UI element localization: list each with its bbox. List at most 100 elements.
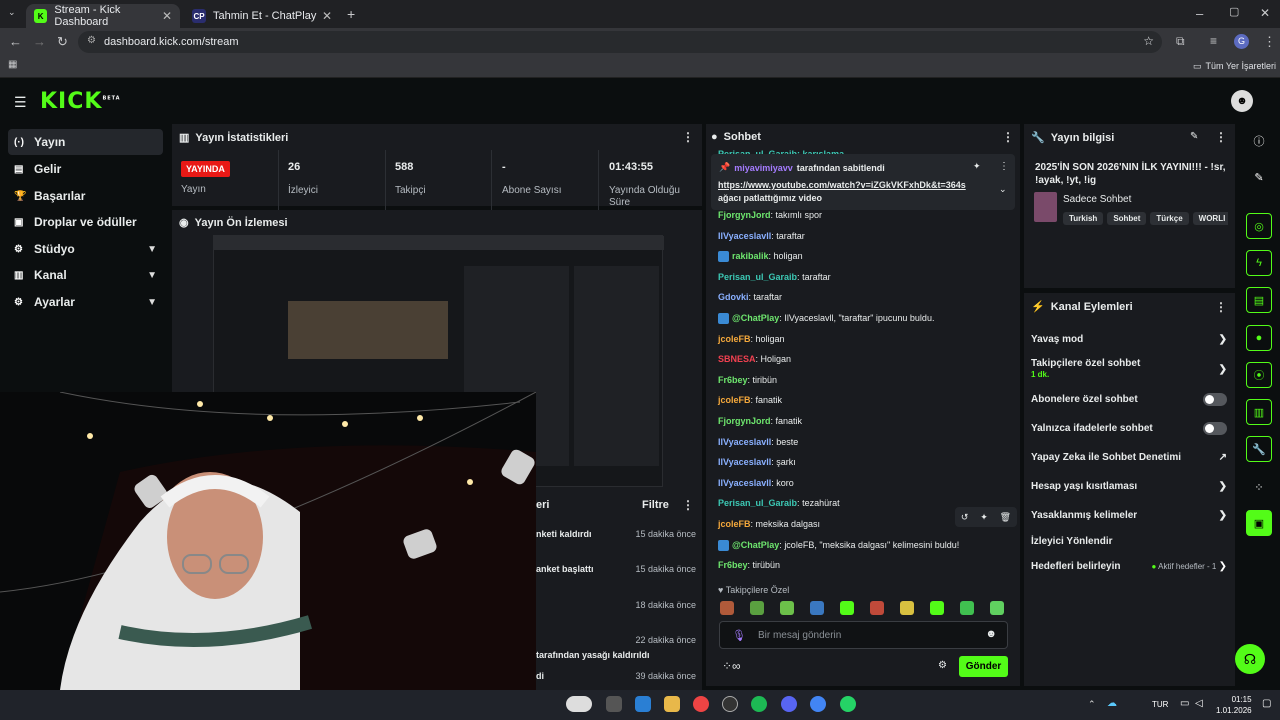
- forward-icon[interactable]: →: [33, 35, 46, 48]
- profile-avatar[interactable]: G: [1234, 34, 1249, 49]
- subscribers-only-toggle[interactable]: [1203, 393, 1227, 406]
- volume-icon[interactable]: ◁: [1195, 698, 1203, 709]
- tab-chatplay[interactable]: CP Tahmin Et - ChatPlay ✕: [184, 4, 340, 28]
- nav-revenue[interactable]: ▤ Gelir: [8, 156, 163, 182]
- goals-row[interactable]: Hedefleri belirleyin ● Aktif hedefler - 1…: [1031, 561, 1227, 572]
- stats-menu-icon[interactable]: ⋮: [682, 130, 694, 144]
- all-bookmarks-button[interactable]: ▭ Tüm Yer İşaretleri: [1193, 61, 1276, 72]
- hamburger-menu-icon[interactable]: ☰: [14, 94, 27, 111]
- recent-menu-icon[interactable]: ⋮: [682, 498, 694, 512]
- close-tab-icon[interactable]: ✕: [162, 9, 172, 23]
- url-field[interactable]: ⚙ dashboard.kick.com/stream ☆: [78, 31, 1162, 53]
- chat-username[interactable]: jcoleFB: [718, 395, 751, 405]
- tab-kick-dashboard[interactable]: K Stream - Kick Dashboard ✕: [26, 4, 180, 28]
- nav-drops[interactable]: ▣ Droplar ve ödüller: [8, 209, 163, 235]
- chat-message[interactable]: Fr6bey: tirübün: [718, 560, 780, 570]
- emote[interactable]: [930, 601, 944, 615]
- onedrive-icon[interactable]: ☁: [1107, 698, 1117, 709]
- ai-moderation-row[interactable]: Yapay Zeka ile Sohbet Denetimi ↗: [1031, 452, 1227, 463]
- account-age-row[interactable]: Hesap yaşı kısıtlaması ❯: [1031, 481, 1227, 492]
- nav-channel[interactable]: ▥ Kanal ▼: [8, 262, 163, 288]
- emote[interactable]: [990, 601, 1004, 615]
- chat-message[interactable]: Gdovki: taraftar: [718, 292, 782, 302]
- chat-username[interactable]: FjorgynJord: [718, 416, 771, 426]
- chat-message[interactable]: Fr6bey: tiribün: [718, 375, 777, 385]
- chat-username[interactable]: jcoleFB: [718, 334, 751, 344]
- chat-username[interactable]: jcoleFB: [718, 519, 751, 529]
- close-tab-icon[interactable]: ✕: [322, 9, 332, 23]
- chat-message[interactable]: jcoleFB: holigan: [718, 334, 785, 344]
- raid-row[interactable]: İzleyici Yönlendir: [1031, 536, 1227, 547]
- tag[interactable]: WORLI: [1192, 212, 1228, 225]
- chat-username[interactable]: Fr6bey: [718, 375, 748, 385]
- store-icon[interactable]: [635, 696, 651, 712]
- kick-ai-infinity-icon[interactable]: ⁘∞: [722, 659, 741, 673]
- weather-widget-icon[interactable]: [566, 696, 592, 712]
- chat-message[interactable]: IlVyaceslavll: beste: [718, 437, 798, 447]
- clock[interactable]: 01:15 1.01.2026: [1216, 694, 1252, 716]
- close-window-icon[interactable]: ✕: [1260, 7, 1270, 19]
- emote[interactable]: [960, 601, 974, 615]
- chat-settings-icon[interactable]: ⚙: [938, 660, 947, 671]
- language-indicator[interactable]: TUR: [1152, 700, 1168, 709]
- chat-message[interactable]: IlVyaceslavll: şarkı: [718, 457, 796, 467]
- discord-icon[interactable]: [781, 696, 797, 712]
- chat-menu-icon[interactable]: ⋮: [1002, 130, 1014, 144]
- user-avatar[interactable]: ☻: [1231, 90, 1253, 112]
- back-icon[interactable]: ←: [9, 35, 22, 48]
- file-explorer-icon[interactable]: [664, 696, 680, 712]
- broadcast-rail-icon[interactable]: ⦿: [1246, 362, 1272, 388]
- chat-username[interactable]: SBNESA: [718, 354, 756, 364]
- emote[interactable]: [720, 601, 734, 615]
- pinned-message[interactable]: 📌 miyavimiyavv tarafından sabitlendi ✦ ⋮…: [711, 154, 1015, 210]
- emote[interactable]: [870, 601, 884, 615]
- chat-username[interactable]: Perisan_ul_Garaib: [718, 272, 797, 282]
- chat-username[interactable]: Perisan_ul_Garaib: [718, 498, 797, 508]
- nav-studio[interactable]: ⚙ Stüdyo ▼: [8, 236, 163, 262]
- reload-icon[interactable]: ↻: [57, 35, 68, 48]
- chat-message[interactable]: @ChatPlay: jcoleFB, "meksika dalgası" ke…: [718, 540, 959, 551]
- chat-message[interactable]: Perisan_ul_Garaib: taraftar: [718, 272, 831, 282]
- new-tab-icon[interactable]: +: [347, 7, 355, 21]
- emote[interactable]: [780, 601, 794, 615]
- emote[interactable]: [840, 601, 854, 615]
- edit-icon[interactable]: ✎: [1246, 164, 1272, 190]
- chat-message[interactable]: jcoleFB: fanatik: [718, 395, 782, 405]
- microphone-icon[interactable]: 🎙: [732, 629, 746, 642]
- nav-stream[interactable]: (·) Yayın: [8, 129, 163, 155]
- pin-message-icon[interactable]: ✦: [980, 512, 988, 523]
- notifications-icon[interactable]: ▢: [1262, 698, 1271, 709]
- send-button[interactable]: Gönder: [959, 656, 1008, 677]
- tag[interactable]: Turkish: [1063, 212, 1104, 225]
- chat-message[interactable]: SBNESA: Holigan: [718, 354, 791, 364]
- pinned-link[interactable]: https://www.youtube.com/watch?v=iZGkVKFx…: [718, 180, 988, 190]
- edit-pencil-icon[interactable]: ✎: [1190, 131, 1198, 142]
- chat-message[interactable]: Perisan_ul_Garaib: tezahürat: [718, 498, 840, 508]
- maximize-icon[interactable]: ▢: [1229, 7, 1239, 18]
- chat-message[interactable]: rakibalik: holigan: [718, 251, 803, 263]
- tag[interactable]: Türkçe: [1150, 212, 1189, 225]
- emotes-only-toggle[interactable]: [1203, 422, 1227, 435]
- tray-chevron-icon[interactable]: ⌃: [1088, 699, 1096, 710]
- bolt-rail-icon[interactable]: ϟ: [1246, 250, 1272, 276]
- tab-search-icon[interactable]: ⌄: [8, 8, 16, 17]
- chrome-icon[interactable]: [693, 696, 709, 712]
- emote[interactable]: [900, 601, 914, 615]
- chat-input[interactable]: 🎙 Bir mesaj gönderin ☻: [719, 621, 1008, 649]
- chat-username[interactable]: Fr6bey: [718, 560, 748, 570]
- apps-grid-icon[interactable]: ▦: [8, 60, 17, 70]
- expand-chevron-icon[interactable]: ⌄: [999, 184, 1007, 195]
- nav-settings[interactable]: ⚙ Ayarlar ▼: [8, 289, 163, 315]
- wrench-rail-icon[interactable]: 🔧: [1246, 436, 1272, 462]
- minimize-icon[interactable]: –: [1196, 7, 1203, 20]
- chat-username[interactable]: IlVyaceslavll: [718, 457, 771, 467]
- extensions-icon[interactable]: ⧉: [1176, 35, 1185, 47]
- chat-username[interactable]: @ChatPlay: [732, 540, 779, 550]
- category-thumbnail[interactable]: [1034, 192, 1057, 222]
- pinned-menu-icon[interactable]: ⋮: [999, 161, 1009, 172]
- kick-logo[interactable]: KICKBETA: [40, 89, 121, 114]
- chat-username[interactable]: FjorgynJord: [718, 210, 771, 220]
- help-headset-icon[interactable]: ☊: [1235, 644, 1265, 674]
- camera-icon[interactable]: ◎: [1246, 213, 1272, 239]
- network-icon[interactable]: ▭: [1180, 698, 1189, 709]
